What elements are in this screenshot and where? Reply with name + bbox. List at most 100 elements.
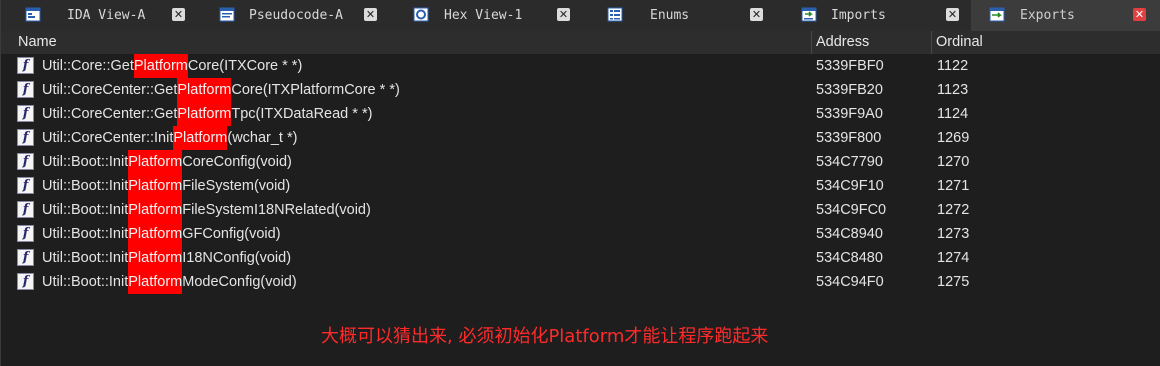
column-header-label: Name [18,34,57,50]
ida-view-icon [25,7,41,22]
export-name: Util::Core::GetPlatformCore(ITXCore * *) [42,54,302,78]
name-prefix: Util::CoreCenter::Get [42,106,178,122]
export-name: Util::Boot::InitPlatformI18NConfig(void) [42,246,291,270]
tab-ida-view-a[interactable]: IDA View-A ✕ [1,0,195,31]
search-highlight: Platform [173,126,228,150]
search-highlight: Platform [128,174,183,198]
export-ordinal: 1270 [937,154,970,170]
close-icon[interactable]: ✕ [946,8,959,21]
close-icon[interactable]: ✕ [750,8,763,21]
export-address: 534C94F0 [816,274,884,290]
search-highlight: Platform [128,198,183,222]
column-header-label: Address [816,34,870,50]
name-suffix: Tpc(ITXDataRead * *) [231,106,373,122]
column-header-name[interactable]: Name [14,31,812,54]
name-prefix: Util::Boot::Init [42,226,129,242]
table-row[interactable]: f Util::Boot::InitPlatformCoreConfig(voi… [1,150,1160,174]
column-header-label: Ordinal [936,34,983,50]
name-prefix: Util::Boot::Init [42,250,129,266]
tab-label: Imports [831,8,886,23]
close-icon[interactable]: ✕ [172,8,185,21]
name-suffix: Core(ITXPlatformCore * *) [231,82,400,98]
export-address: 534C8480 [816,250,883,266]
export-address: 5339FBF0 [816,58,884,74]
export-name: Util::Boot::InitPlatformFileSystemI18NRe… [42,198,371,222]
table-row[interactable]: f Util::Core::GetPlatformCore(ITXCore * … [1,54,1160,78]
name-prefix: Util::Boot::Init [42,154,129,170]
table-row[interactable]: f Util::Boot::InitPlatformGFConfig(void)… [1,222,1160,246]
name-prefix: Util::Boot::Init [42,178,129,194]
name-suffix: FileSystem(void) [182,178,291,194]
export-name: Util::CoreCenter::GetPlatformTpc(ITXData… [42,102,372,126]
name-prefix: Util::Boot::Init [42,274,129,290]
tab-bar: IDA View-A ✕ Pseudocode-A ✕ Hex View-1 ✕ [1,0,1160,31]
tab-exports[interactable]: Exports ✕ [971,0,1160,31]
search-highlight: Platform [128,270,183,294]
tab-hex-view-1[interactable]: Hex View-1 ✕ [389,0,583,31]
export-name: Util::Boot::InitPlatformModeConfig(void) [42,270,297,294]
export-address: 5339FB20 [816,82,883,98]
table-row[interactable]: f Util::Boot::InitPlatformI18NConfig(voi… [1,246,1160,270]
export-ordinal: 1122 [937,58,969,74]
name-suffix: FileSystemI18NRelated(void) [182,202,371,218]
tab-pseudocode-a[interactable]: Pseudocode-A ✕ [195,0,389,31]
table-row[interactable]: f Util::Boot::InitPlatformFileSystemI18N… [1,198,1160,222]
table-row[interactable]: f Util::CoreCenter::InitPlatform(wchar_t… [1,126,1160,150]
close-icon[interactable]: ✕ [1133,8,1146,21]
table-row[interactable]: f Util::CoreCenter::GetPlatformTpc(ITXDa… [1,102,1160,126]
name-suffix: I18NConfig(void) [182,250,292,266]
tab-label: Hex View-1 [444,8,523,23]
exports-table: f Util::Core::GetPlatformCore(ITXCore * … [1,54,1160,294]
export-address: 534C9F10 [816,178,884,194]
column-header-ordinal[interactable]: Ordinal [932,31,1160,54]
tab-imports[interactable]: Imports ✕ [777,0,971,31]
export-name: Util::Boot::InitPlatformCoreConfig(void) [42,150,292,174]
export-ordinal: 1124 [937,106,969,122]
imports-icon [801,7,817,22]
table-row[interactable]: f Util::Boot::InitPlatformModeConfig(voi… [1,270,1160,294]
export-name: Util::Boot::InitPlatformFileSystem(void) [42,174,290,198]
function-icon: f [17,273,34,290]
tab-label: Pseudocode-A [249,8,343,23]
function-icon: f [17,177,34,194]
table-row[interactable]: f Util::CoreCenter::GetPlatformCore(ITXP… [1,78,1160,102]
function-icon: f [17,81,34,98]
export-address: 5339F800 [816,130,882,146]
export-name: Util::CoreCenter::GetPlatformCore(ITXPla… [42,78,400,102]
name-suffix: ModeConfig(void) [182,274,297,290]
export-ordinal: 1275 [937,274,970,290]
name-prefix: Util::CoreCenter::Get [42,82,178,98]
name-suffix: Core(ITXCore * *) [187,58,303,74]
export-ordinal: 1272 [937,202,970,218]
close-icon[interactable]: ✕ [557,8,570,21]
name-suffix: (wchar_t *) [227,130,298,146]
column-header: Name Address Ordinal [1,31,1160,54]
enums-icon [607,7,623,22]
function-icon: f [17,201,34,218]
export-ordinal: 1271 [937,178,970,194]
close-icon[interactable]: ✕ [364,8,377,21]
function-icon: f [17,105,34,122]
export-ordinal: 1269 [937,130,970,146]
search-highlight: Platform [128,246,183,270]
function-icon: f [17,225,34,242]
name-suffix: GFConfig(void) [182,226,281,242]
search-highlight: Platform [133,54,188,78]
export-ordinal: 1274 [937,250,970,266]
tab-enums[interactable]: Enums ✕ [583,0,777,31]
column-header-address[interactable]: Address [812,31,932,54]
search-highlight: Platform [128,150,183,174]
tab-label: IDA View-A [67,8,146,23]
name-prefix: Util::Core::Get [42,58,134,74]
exports-window: IDA View-A ✕ Pseudocode-A ✕ Hex View-1 ✕ [0,0,1160,366]
export-address: 534C8940 [816,226,883,242]
table-row[interactable]: f Util::Boot::InitPlatformFileSystem(voi… [1,174,1160,198]
pseudocode-icon [219,7,235,22]
exports-icon [989,7,1005,22]
function-icon: f [17,57,34,74]
name-suffix: CoreConfig(void) [182,154,292,170]
function-icon: f [17,153,34,170]
export-address: 534C7790 [816,154,883,170]
export-address: 5339F9A0 [816,106,883,122]
name-prefix: Util::CoreCenter::Init [42,130,174,146]
